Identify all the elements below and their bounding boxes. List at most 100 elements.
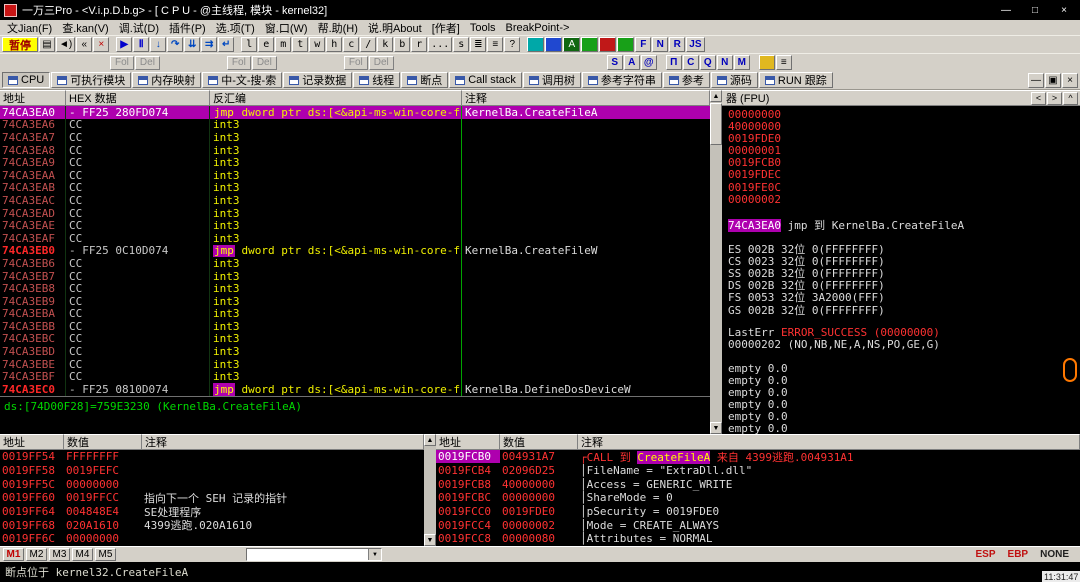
tab-executable-modules[interactable]: 可执行模块: [51, 72, 132, 88]
disasm-row[interactable]: 74CA3EB6 CC int3: [0, 257, 710, 270]
menu-item[interactable]: 插件(P): [164, 20, 211, 36]
register-line[interactable]: FS 0053 32位 3A2000(FFF): [728, 289, 1080, 304]
disasm-row[interactable]: 74CA3EBA CC int3: [0, 307, 710, 321]
register-line[interactable]: 40000000: [728, 120, 1080, 133]
column-header-comment[interactable]: 注释: [142, 434, 424, 450]
column-header-address[interactable]: 地址: [436, 434, 500, 450]
close-button[interactable]: ×: [1052, 2, 1076, 18]
m-tab-m2[interactable]: M2: [26, 548, 47, 561]
column-header-address[interactable]: 地址: [0, 434, 64, 450]
disasm-row[interactable]: 74CA3EAA CC int3: [0, 168, 710, 182]
registers-scroll-button[interactable]: ^: [1063, 91, 1078, 105]
plugin-button-5[interactable]: [599, 37, 617, 52]
scroll-up-button[interactable]: ▲: [424, 434, 436, 446]
register-line[interactable]: 0019FDEC: [728, 168, 1080, 181]
stack-row[interactable]: 0019FCC4 00000002 │Mode = CREATE_ALWAYS: [436, 518, 1080, 532]
disassembly-scrollbar[interactable]: ▲ ▼: [710, 90, 722, 434]
stack-row[interactable]: 0019FCBC 00000000 │ShareMode = 0: [436, 491, 1080, 505]
disasm-row[interactable]: 74CA3EB7 CC int3: [0, 269, 710, 283]
at-button[interactable]: @: [640, 55, 657, 70]
menu-item[interactable]: 文Jian(F): [2, 20, 57, 36]
mdi-minimize-button[interactable]: —: [1028, 72, 1044, 88]
tab-source[interactable]: 源码: [710, 72, 758, 88]
log-window-icon[interactable]: ▤: [39, 37, 55, 52]
executables-button[interactable]: e: [258, 37, 275, 52]
windows-list-icon[interactable]: ≣: [470, 37, 487, 52]
mbar-combobox[interactable]: ▼: [246, 548, 382, 561]
register-line[interactable]: 0019FCB0: [728, 156, 1080, 169]
menu-item[interactable]: 查.kan(V): [57, 20, 113, 36]
s-button[interactable]: S: [606, 55, 623, 70]
register-line[interactable]: 00000000: [728, 108, 1080, 121]
m-tab-m5[interactable]: M5: [95, 548, 116, 561]
tab-breakpoints[interactable]: 断点: [401, 72, 449, 88]
js-plugin-button[interactable]: JS: [686, 37, 705, 52]
scroll-up-button[interactable]: ▲: [710, 90, 722, 102]
register-line[interactable]: CS 0023 32位 0(FFFFFFFF): [728, 253, 1080, 268]
m-button[interactable]: M: [733, 55, 750, 70]
register-line[interactable]: GS 002B 32位 0(FFFFFFFF): [728, 302, 1080, 317]
registers-scrollbar-thumb[interactable]: [1063, 358, 1077, 382]
register-line[interactable]: [728, 205, 1080, 217]
fol-button[interactable]: Del: [368, 55, 394, 70]
register-line[interactable]: 0019FDE0: [728, 132, 1080, 145]
column-header-value[interactable]: 数值: [64, 434, 142, 450]
q-button[interactable]: Q: [699, 55, 716, 70]
register-line[interactable]: 00000202 (NO,NB,NE,A,NS,PO,GE,G): [728, 338, 1080, 351]
registers-scroll-button[interactable]: >: [1047, 91, 1062, 105]
column-header-comment[interactable]: 注释: [462, 90, 710, 106]
stack-row[interactable]: 0019FCC0 0019FDE0 │pSecurity = 0019FDE0: [436, 505, 1080, 519]
tab-cpu[interactable]: CPU: [2, 72, 51, 88]
register-line[interactable]: LastErr ERROR_SUCCESS (00000000): [728, 326, 1080, 339]
threads-button[interactable]: t: [292, 37, 309, 52]
register-line[interactable]: empty 0.0: [728, 374, 1080, 387]
register-line[interactable]: empty 0.0: [728, 398, 1080, 411]
run-button[interactable]: ▶: [116, 37, 133, 52]
column-header-address[interactable]: 地址: [0, 90, 66, 106]
stack-row[interactable]: 0019FCC8 00000080 │Attributes = NORMAL: [436, 532, 1080, 546]
disasm-row[interactable]: 74CA3EBB CC int3: [0, 320, 710, 333]
tab-call-tree[interactable]: 调用树: [522, 72, 581, 88]
register-line[interactable]: 00000001: [728, 144, 1080, 157]
disasm-row[interactable]: 74CA3EAF CC int3: [0, 231, 710, 245]
stack-row[interactable]: 0019FF6C 00000000: [0, 532, 424, 546]
disasm-row[interactable]: 74CA3EA6 CC int3: [0, 118, 710, 132]
memory-button[interactable]: m: [275, 37, 292, 52]
animate-over-button[interactable]: ⇉: [201, 37, 218, 52]
sound-toggle-icon[interactable]: ◄): [56, 37, 76, 52]
plugin-button-6[interactable]: [617, 37, 635, 52]
tab-record-data[interactable]: 记录数据: [283, 72, 353, 88]
tab-chinese-search[interactable]: 中-文-搜-索: [202, 72, 283, 88]
disasm-row[interactable]: 74CA3EA7 CC int3: [0, 131, 710, 144]
stack-row[interactable]: 0019FF58 0019FEFC: [0, 464, 424, 478]
scroll-down-button[interactable]: ▼: [424, 534, 436, 546]
stack-row[interactable]: 0019FCB4 02096D25 │FileName = "ExtraDll.dl…: [436, 464, 1080, 478]
r-plugin-button[interactable]: R: [669, 37, 686, 52]
menu-item[interactable]: 调.试(D): [114, 20, 164, 36]
windows-button[interactable]: w: [309, 37, 326, 52]
disasm-row[interactable]: 74CA3EC0- FF25 0810D074 jmp dword ptr ds:…: [0, 383, 710, 396]
disasm-row[interactable]: 74CA3EBE CC int3: [0, 357, 710, 371]
tab-memory-map[interactable]: 内存映射: [132, 72, 202, 88]
disasm-row[interactable]: 74CA3EB0- FF25 0C10D074 jmp dword ptr ds:…: [0, 244, 710, 258]
pause-execution-button[interactable]: Ⅱ: [133, 37, 150, 52]
fol-button[interactable]: Fol: [343, 55, 368, 70]
tab-references[interactable]: 参考: [662, 72, 710, 88]
close-program-icon[interactable]: ×: [93, 37, 110, 52]
callstack-button[interactable]: k: [377, 37, 394, 52]
minimize-button[interactable]: —: [994, 2, 1018, 18]
options-list-icon[interactable]: ≡: [487, 37, 504, 52]
register-line[interactable]: 00000002: [728, 193, 1080, 206]
handles-button[interactable]: h: [326, 37, 343, 52]
disasm-row[interactable]: 74CA3EBF CC int3: [0, 370, 710, 384]
breakpoints-button[interactable]: b: [394, 37, 411, 52]
disasm-row[interactable]: 74CA3EB9 CC int3: [0, 294, 710, 308]
register-line[interactable]: ES 002B 32位 0(FFFFFFFF): [728, 241, 1080, 256]
tab-threads[interactable]: 线程: [353, 72, 401, 88]
menu-item[interactable]: [作者]: [427, 20, 465, 36]
source-button[interactable]: s: [453, 37, 470, 52]
execute-till-return-button[interactable]: ↵: [218, 37, 235, 52]
plugin-button-1[interactable]: [527, 37, 545, 52]
c-button[interactable]: C: [682, 55, 699, 70]
script-icon[interactable]: [758, 55, 775, 70]
